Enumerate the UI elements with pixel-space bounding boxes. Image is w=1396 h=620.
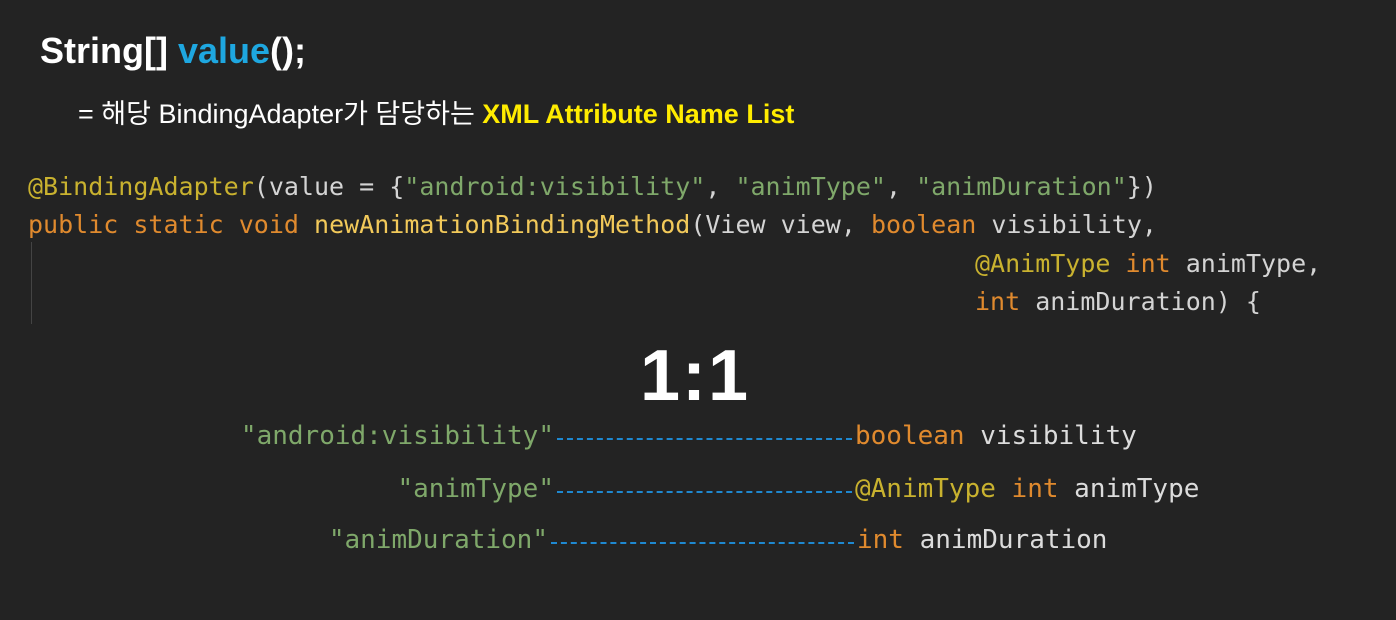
code-param-animduration: animDuration) {: [1020, 287, 1261, 316]
code-kw-void: void: [238, 210, 299, 239]
code-binding-adapter-annotation: @BindingAdapter: [28, 172, 254, 201]
mapping-param-animduration: int animDuration: [857, 525, 1107, 555]
mapping-connector-animtype: [557, 491, 852, 493]
code-string-visibility: "android:visibility": [404, 172, 706, 201]
mapping-attr-animduration: "animDuration": [328, 525, 548, 555]
code-method-name: newAnimationBindingMethod: [314, 210, 691, 239]
code-string-animtype: "animType": [735, 172, 886, 201]
mapping-attr-animtype: "animType": [397, 474, 554, 504]
page-heading: String[] value();: [40, 30, 306, 72]
subtitle: = 해당 BindingAdapter가 담당하는 XML Attribute …: [78, 92, 794, 131]
indent-guide: [31, 242, 32, 324]
ratio-label: 1:1: [640, 336, 751, 416]
mapping-name-visibility: visibility: [964, 421, 1137, 451]
mapping-annotation-animtype: @AnimType: [855, 474, 996, 504]
code-line-signature: public static void newAnimationBindingMe…: [28, 210, 1157, 240]
code-sep-2: ,: [885, 172, 917, 201]
mapping-param-visibility: boolean visibility: [855, 421, 1137, 451]
code-line-annotation: @BindingAdapter(value = {"android:visibi…: [28, 172, 1157, 202]
code-param-visibility: visibility,: [976, 210, 1157, 239]
subtitle-prefix: = 해당 BindingAdapter가 담당하는: [78, 99, 483, 129]
code-kw-int-1: int: [1125, 249, 1171, 278]
code-annotation-open: (value = {: [253, 172, 405, 201]
code-kw-static: static: [133, 210, 224, 239]
heading-suffix: ();: [270, 30, 307, 71]
code-sep-1: ,: [705, 172, 736, 201]
code-kw-public: public: [28, 210, 119, 239]
mapping-attr-visibility: "android:visibility": [240, 421, 554, 451]
heading-method: value: [177, 30, 271, 71]
mapping-name-animtype: animType: [1058, 474, 1200, 504]
code-param-animtype: animType,: [1170, 249, 1322, 278]
code-string-animduration: "animDuration": [916, 172, 1127, 201]
mapping-type-int-2: int: [857, 525, 904, 555]
code-animtype-annotation: @AnimType: [975, 249, 1111, 278]
mapping-type-int-1: int: [1011, 474, 1059, 504]
code-kw-int-2: int: [975, 287, 1021, 316]
subtitle-highlight: XML Attribute Name List: [482, 99, 795, 129]
code-annotation-close: }): [1126, 172, 1157, 201]
code-params-open: (View view,: [690, 210, 871, 239]
mapping-type-boolean: boolean: [855, 421, 965, 451]
code-line-param-animduration: int animDuration) {: [975, 287, 1261, 317]
heading-type: String[]: [40, 30, 168, 71]
mapping-connector-animduration: [551, 542, 854, 544]
mapping-connector-visibility: [557, 438, 852, 440]
code-line-param-animtype: @AnimType int animType,: [975, 249, 1321, 279]
mapping-name-animduration: animDuration: [903, 525, 1108, 555]
code-kw-boolean: boolean: [870, 210, 977, 239]
mapping-param-animtype: @AnimType int animType: [855, 474, 1199, 504]
